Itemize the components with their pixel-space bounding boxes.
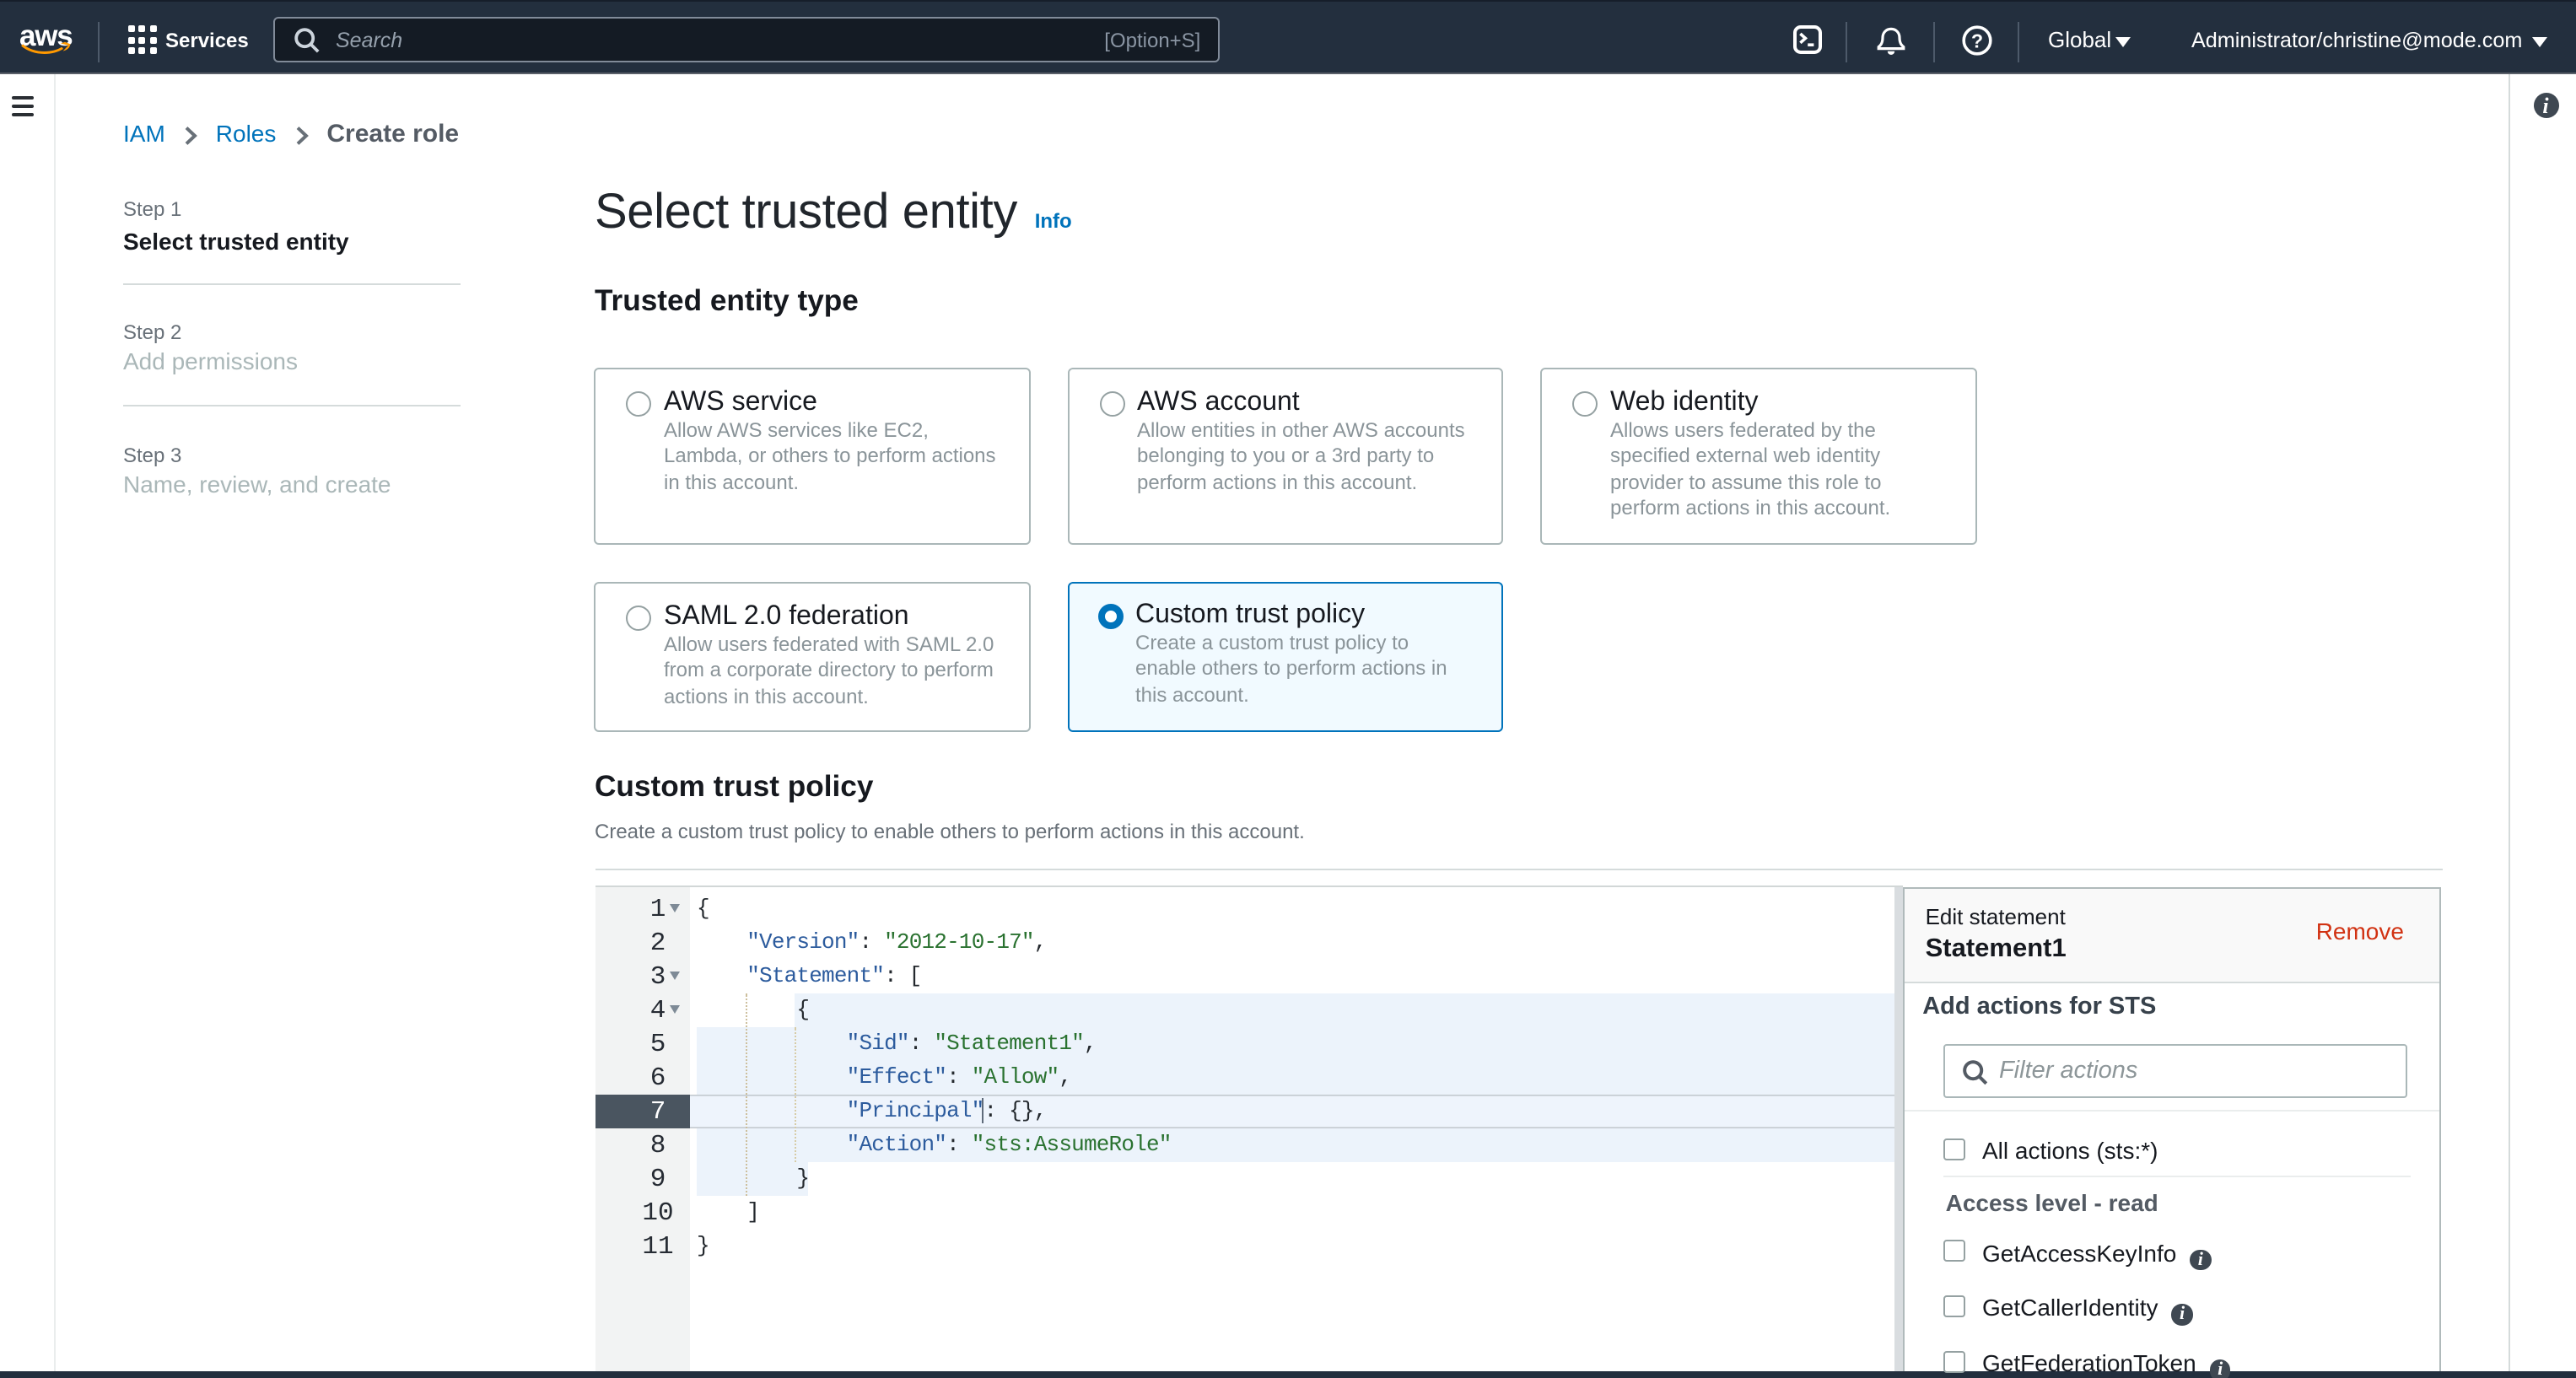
svg-text:?: ? — [1971, 30, 1983, 52]
